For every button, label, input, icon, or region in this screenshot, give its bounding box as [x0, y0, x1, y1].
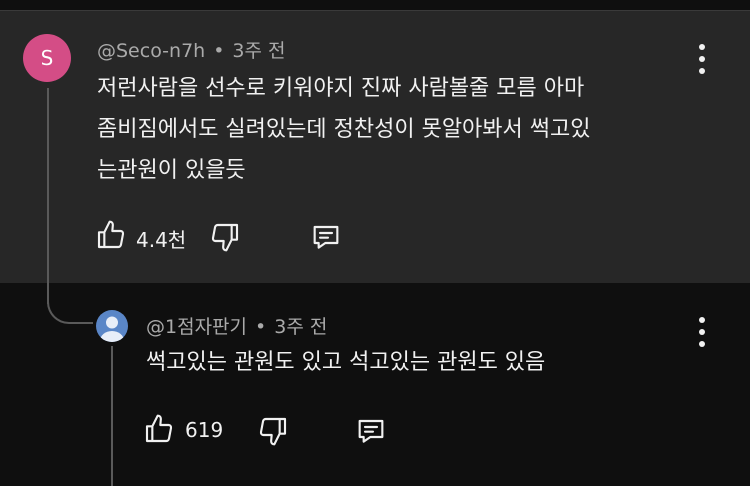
like-count: 4.4천 [136, 228, 187, 252]
meta-separator: • [213, 40, 225, 62]
meta-separator: • [255, 316, 267, 338]
comment-meta: @Seco-n7h • 3주 전 [97, 36, 286, 63]
like-icon[interactable] [95, 219, 127, 251]
comment-line: 좀비짐에서도 실려있는데 정찬성이 못알아봐서 썩고있 [97, 117, 591, 142]
reply-time[interactable]: 3주 전 [274, 316, 327, 338]
reply-author[interactable]: @1점자판기 [146, 316, 247, 338]
dislike-icon[interactable] [257, 415, 289, 447]
user-silhouette-icon [100, 316, 124, 342]
thread-connector [47, 276, 93, 324]
dislike-icon[interactable] [209, 221, 241, 253]
more-icon[interactable] [694, 317, 710, 347]
top-divider [0, 0, 750, 11]
comment-author[interactable]: @Seco-n7h [97, 40, 205, 62]
reply-thread-line [111, 346, 113, 486]
thread-line [47, 88, 49, 304]
reply-like-count: 619 [185, 418, 224, 442]
reply-icon[interactable] [355, 415, 387, 447]
comment-line: 는관원이 있을듯 [97, 158, 246, 183]
comment-body: 저런사람을 선수로 키워야지 진짜 사람볼줄 모름 아마 좀비짐에서도 실려있는… [97, 68, 591, 191]
more-icon[interactable] [694, 44, 710, 74]
reply-icon[interactable] [310, 221, 342, 253]
comment-time[interactable]: 3주 전 [232, 40, 285, 62]
avatar[interactable]: S [23, 34, 71, 82]
reply-meta: @1점자판기 • 3주 전 [146, 312, 327, 339]
reply-body: 썩고있는 관원도 있고 석고있는 관원도 있음 [146, 350, 546, 375]
reply-avatar[interactable] [96, 310, 128, 342]
like-icon[interactable] [143, 413, 175, 445]
comment-line: 저런사람을 선수로 키워야지 진짜 사람볼줄 모름 아마 [97, 76, 585, 101]
avatar-letter: S [40, 46, 54, 70]
